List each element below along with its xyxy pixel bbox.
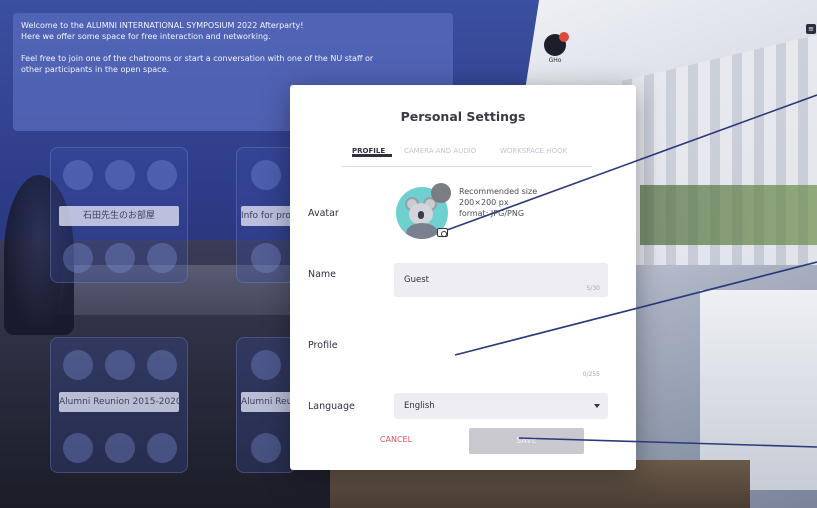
profile-label: Profile: [308, 340, 338, 351]
name-label: Name: [308, 269, 337, 280]
dialog-title: Personal Settings: [400, 109, 526, 124]
language-value: English: [404, 401, 435, 411]
greenery: [640, 185, 817, 245]
language-select[interactable]: English: [394, 393, 608, 419]
chatroom-label: 石田先生のお部屋: [59, 206, 179, 226]
menu-icon[interactable]: ≡: [806, 24, 816, 34]
active-tab-indicator: [352, 154, 392, 157]
map-user-name: GHo: [548, 57, 562, 64]
save-button[interactable]: SAVE: [469, 428, 584, 454]
tab-profile[interactable]: PROFILE: [352, 147, 392, 157]
avatar-hint-size: 200×200 px: [459, 198, 509, 207]
name-input[interactable]: Guest 5/30: [394, 263, 608, 297]
tab-workspace-hook[interactable]: WORKSPACE HOOK: [500, 147, 567, 155]
profile-char-counter: 0/255: [582, 371, 600, 378]
avatar-hint-size-title: Recommended size: [459, 187, 538, 196]
chevron-down-icon: [594, 404, 600, 408]
chatroom-alumni-reunion-2[interactable]: Alumni Reu: [236, 337, 296, 473]
name-char-counter: 5/30: [586, 285, 600, 292]
welcome-text: Feel free to join one of the chatrooms o…: [21, 54, 374, 63]
tab-camera-audio[interactable]: CAMERA AND AUDIO: [404, 147, 476, 155]
user-avatar-icon: [544, 32, 569, 56]
chatroom-ishida[interactable]: 石田先生のお部屋: [50, 147, 188, 283]
welcome-text: Welcome to the ALUMNI INTERNATIONAL SYMP…: [21, 21, 304, 30]
chatroom-label: Info for pro: [241, 206, 295, 226]
camera-icon[interactable]: [437, 228, 448, 237]
chatroom-info[interactable]: Info for pro: [236, 147, 296, 283]
chatroom-label: Alumni Reunion 2015-2020 ...: [59, 392, 179, 412]
avatar-hint: Recommended size 200×200 px format: JPG/…: [459, 186, 537, 219]
avatar-label: Avatar: [308, 208, 339, 219]
welcome-text: other participants in the open space.: [21, 65, 170, 74]
profile-textarea[interactable]: 0/255: [394, 317, 608, 378]
name-value: Guest: [404, 275, 429, 285]
chatroom-alumni-reunion[interactable]: Alumni Reunion 2015-2020 ...: [50, 337, 188, 473]
avatar-hint-format: format: JPG/PNG: [459, 209, 525, 218]
language-label: Language: [308, 401, 355, 412]
personal-settings-dialog: Personal Settings PROFILE CAMERA AND AUD…: [290, 85, 636, 470]
map-user-avatar[interactable]: GHo: [540, 32, 570, 64]
avatar-status-badge: [431, 183, 451, 203]
settings-tabs: PROFILE CAMERA AND AUDIO WORKSPACE HOOK: [342, 145, 592, 167]
chatroom-label: Alumni Reu: [241, 392, 295, 412]
welcome-text: Here we offer some space for free intera…: [21, 32, 271, 41]
cancel-button[interactable]: CANCEL: [366, 430, 426, 450]
